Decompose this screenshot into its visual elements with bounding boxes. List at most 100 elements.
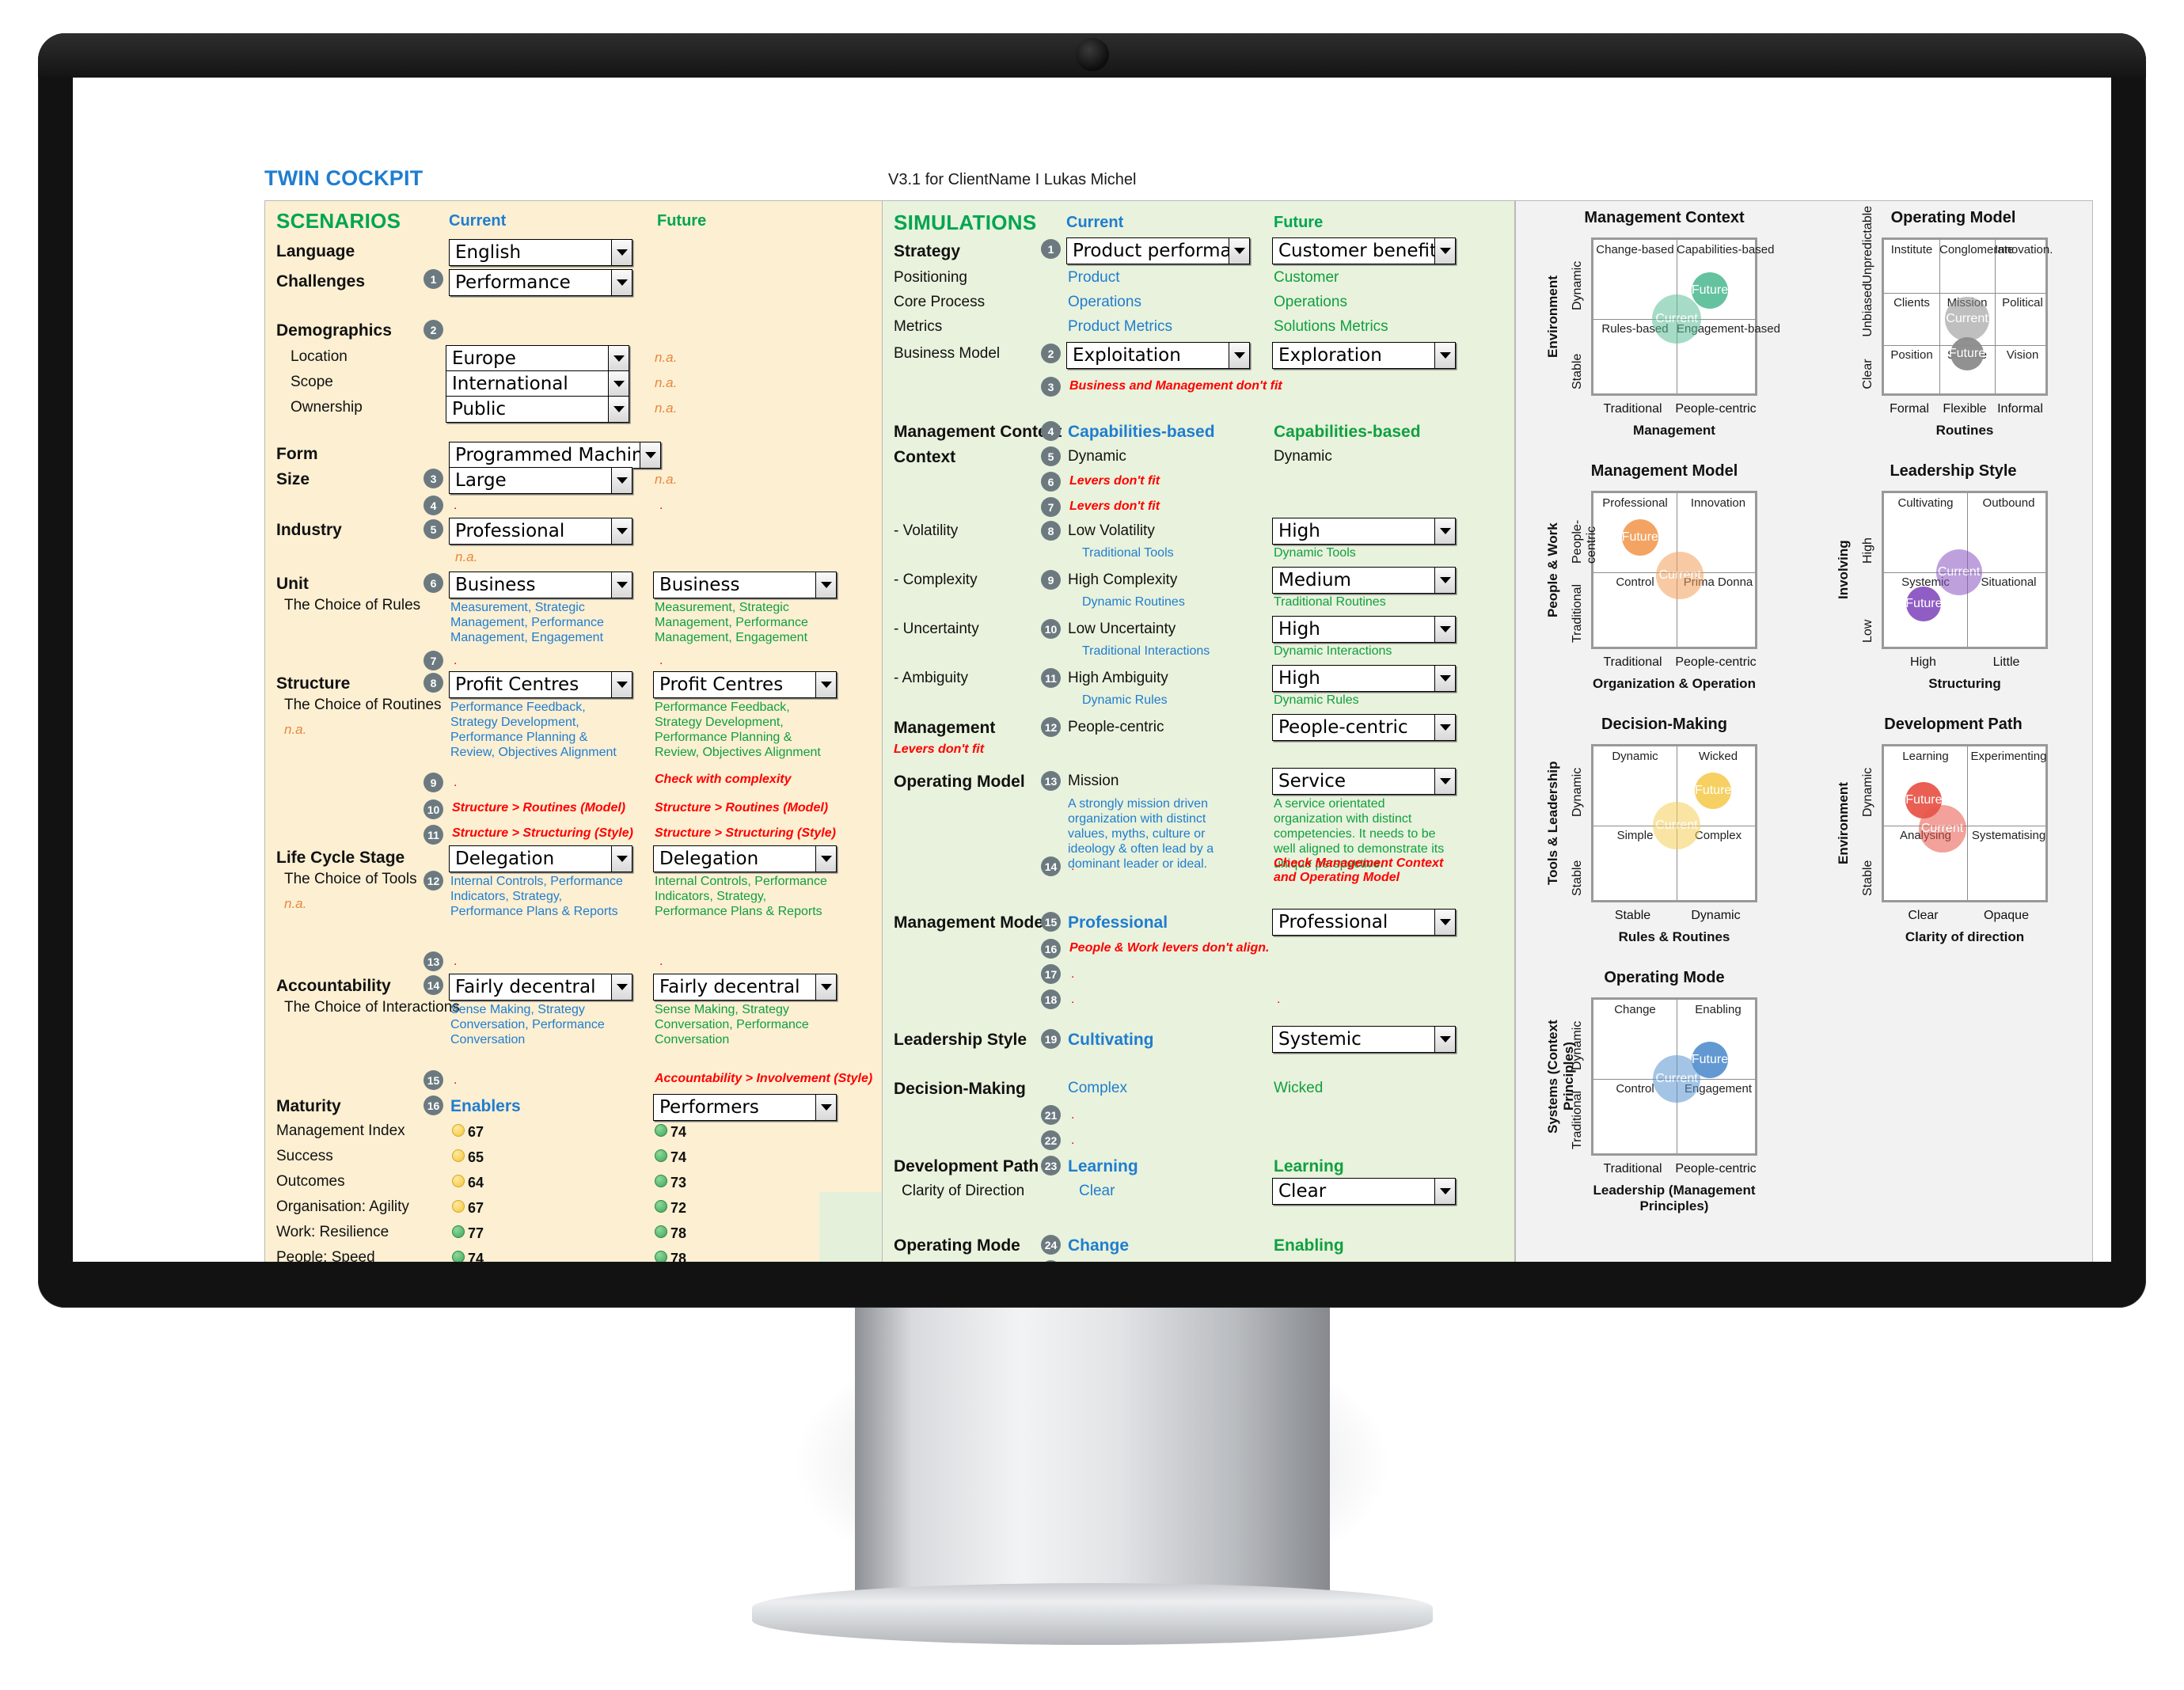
volatility-current: Low Volatility: [1068, 522, 1155, 539]
lifecycle-future-value: Delegation: [659, 849, 759, 869]
chevron-down-icon[interactable]: [1434, 1027, 1455, 1052]
y-tick-label: Low: [1861, 619, 1874, 643]
chevron-down-icon[interactable]: [1229, 238, 1249, 264]
scenarios-panel: SCENARIOS Current Future Language Englis…: [264, 200, 1009, 1262]
accountability-current-select[interactable]: Fairly decentral: [449, 974, 632, 1001]
marker-4: 4: [424, 496, 443, 515]
ambiguity-future-select[interactable]: High: [1272, 665, 1456, 692]
chevron-down-icon[interactable]: [1434, 715, 1455, 740]
chevron-down-icon[interactable]: [1434, 238, 1455, 264]
chevron-down-icon[interactable]: [611, 572, 632, 598]
y-tick-label: Traditional: [1571, 583, 1584, 643]
maturity-future-value: 73: [670, 1175, 687, 1191]
size-select[interactable]: Large: [449, 467, 632, 494]
complexity-future-select[interactable]: Medium: [1272, 567, 1456, 594]
unit-current-value: Business: [455, 575, 536, 595]
maturity-future-select[interactable]: Performers: [653, 1094, 837, 1121]
business-model-future-select[interactable]: Exploration: [1272, 342, 1456, 369]
chevron-down-icon[interactable]: [611, 846, 632, 872]
marker-9-current: .: [454, 776, 458, 789]
chevron-down-icon[interactable]: [1434, 1179, 1455, 1204]
x-axis-title: Structuring: [1928, 676, 2001, 691]
structure-current-select[interactable]: Profit Centres: [449, 671, 632, 698]
y-tick-label: Dynamic: [1571, 767, 1584, 817]
marker-3-future: .: [1277, 379, 1281, 393]
scope-select[interactable]: International: [446, 370, 629, 397]
structure-label: Structure: [276, 674, 351, 693]
chevron-down-icon[interactable]: [815, 974, 836, 1000]
business-model-current-select[interactable]: Exploitation: [1066, 342, 1250, 369]
chevron-down-icon[interactable]: [815, 846, 836, 872]
size-label: Size: [276, 470, 310, 488]
x-tick-label: Little: [1992, 655, 2020, 669]
chevron-down-icon[interactable]: [1434, 518, 1455, 544]
chevron-down-icon[interactable]: [608, 371, 629, 397]
y-tick-label: Stable: [1861, 860, 1874, 896]
chevron-down-icon[interactable]: [640, 442, 660, 468]
leadership-style-future-select[interactable]: Systemic: [1272, 1026, 1456, 1053]
strategy-current-select[interactable]: Product performance: [1066, 237, 1250, 264]
size-future-na: n.a.: [655, 472, 678, 487]
chevron-down-icon[interactable]: [611, 974, 632, 1000]
accountability-future-select[interactable]: Fairly decentral: [653, 974, 837, 1001]
chevron-down-icon[interactable]: [1434, 568, 1455, 593]
uncertainty-future-value: High: [1278, 619, 1320, 640]
industry-select[interactable]: Professional: [449, 518, 632, 545]
uncertainty-future-note: Dynamic Interactions: [1274, 644, 1392, 658]
chevron-down-icon[interactable]: [1434, 910, 1455, 935]
unit-current-select[interactable]: Business: [449, 572, 632, 598]
language-select[interactable]: English: [449, 239, 632, 266]
chevron-down-icon[interactable]: [1229, 343, 1249, 368]
chevron-down-icon[interactable]: [608, 346, 629, 371]
uncertainty-future-select[interactable]: High: [1272, 616, 1456, 643]
challenges-select[interactable]: Performance: [449, 269, 632, 296]
x-tick-label: High: [1910, 655, 1936, 669]
chevron-down-icon[interactable]: [815, 572, 836, 598]
location-select[interactable]: Europe: [446, 345, 629, 372]
management-future-select[interactable]: People-centric: [1272, 714, 1456, 741]
operating-model-future-select[interactable]: Service: [1272, 768, 1456, 795]
complexity-future-note: Traditional Routines: [1274, 595, 1386, 609]
chevron-down-icon[interactable]: [611, 270, 632, 295]
y-tick-label: Unpredictable: [1861, 205, 1874, 284]
chevron-down-icon[interactable]: [1434, 666, 1455, 691]
context-label: Context: [894, 448, 956, 466]
chevron-down-icon[interactable]: [611, 672, 632, 697]
webcam-icon: [1075, 38, 1109, 71]
management-model-future-select[interactable]: Professional: [1272, 909, 1456, 936]
operating-model-future-value: Service: [1278, 771, 1346, 792]
clarity-future-select[interactable]: Clear: [1272, 1178, 1456, 1205]
demographics-label: Demographics: [276, 321, 392, 340]
y-tick-label: People-centric: [1571, 519, 1598, 564]
volatility-future-select[interactable]: High: [1272, 518, 1456, 545]
chart-title: Operating Model: [1890, 209, 2016, 226]
strategy-future-select[interactable]: Customer benefits: [1272, 237, 1456, 264]
chevron-down-icon[interactable]: [611, 468, 632, 493]
chevron-down-icon[interactable]: [815, 1095, 836, 1120]
chevron-down-icon[interactable]: [611, 518, 632, 544]
accountability-current-value: Fairly decentral: [455, 977, 596, 997]
unit-current-note: Measurement, Strategic Management, Perfo…: [450, 601, 604, 644]
unit-label: Unit: [276, 575, 309, 593]
grid-line: [1939, 240, 1940, 393]
chevron-down-icon[interactable]: [608, 397, 629, 422]
marker-15-current: .: [454, 1073, 458, 1087]
lifecycle-future-select[interactable]: Delegation: [653, 845, 837, 872]
marker-10: 10: [1041, 619, 1061, 639]
chevron-down-icon[interactable]: [1434, 769, 1455, 794]
chevron-down-icon[interactable]: [1434, 617, 1455, 642]
quadrant-label: Conglomerate: [1939, 243, 2015, 256]
maturity-future-value: Performers: [659, 1097, 759, 1118]
management-future-value: People-centric: [1278, 717, 1408, 738]
operating-model-label: Operating Model: [894, 773, 1025, 791]
form-select[interactable]: Programmed Machine: [449, 442, 661, 469]
chevron-down-icon[interactable]: [815, 672, 836, 697]
lifecycle-current-select[interactable]: Delegation: [449, 845, 632, 872]
ownership-select[interactable]: Public: [446, 396, 629, 423]
unit-future-select[interactable]: Business: [653, 572, 837, 598]
chevron-down-icon[interactable]: [1434, 343, 1455, 368]
tier-dot-green: [655, 1225, 667, 1238]
chevron-down-icon[interactable]: [611, 240, 632, 265]
tier-dot-yellow: [452, 1200, 465, 1213]
structure-future-select[interactable]: Profit Centres: [653, 671, 837, 698]
